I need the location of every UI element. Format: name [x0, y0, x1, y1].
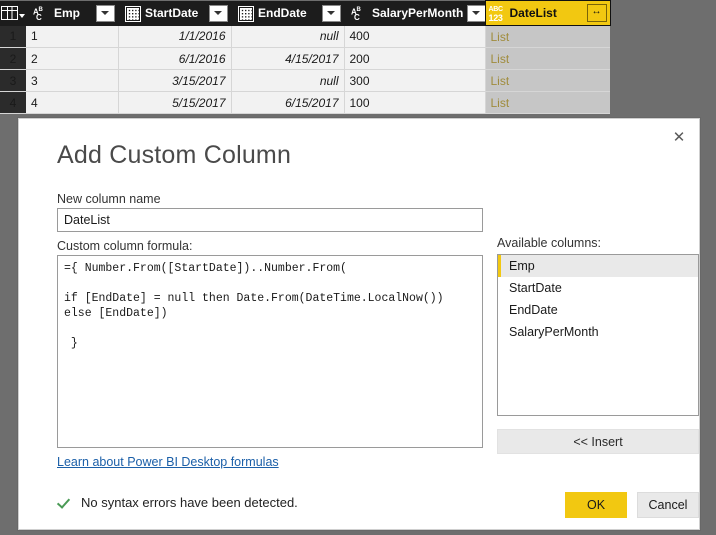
new-column-name-label: New column name: [57, 192, 161, 206]
available-column-item[interactable]: EndDate: [498, 299, 698, 321]
chevron-down-icon: [19, 13, 25, 18]
table-row: 4 4 5/15/2017 6/15/2017 100 List: [0, 91, 610, 114]
row-number: 3: [0, 69, 26, 92]
data-table: AB C Emp StartDate EndDate AB C SalaryPe…: [0, 0, 611, 114]
abc-text-icon: AB C: [351, 6, 361, 22]
column-header-label: Emp: [54, 6, 81, 20]
available-column-item[interactable]: StartDate: [498, 277, 698, 299]
list-value-link[interactable]: List: [491, 52, 510, 66]
available-columns-list[interactable]: Emp StartDate EndDate SalaryPerMonth: [497, 254, 699, 416]
syntax-status: No syntax errors have been detected.: [57, 495, 298, 510]
table-cell-enddate: null: [231, 25, 345, 48]
table-row: 1 1 1/1/2016 null 400 List: [0, 25, 610, 48]
table-cell-emp: 4: [26, 91, 119, 114]
check-icon: [57, 495, 72, 510]
column-header-startdate[interactable]: StartDate: [118, 0, 231, 26]
table-cell-enddate: 6/15/2017: [231, 91, 345, 114]
calendar-icon: [238, 6, 254, 22]
list-value-link[interactable]: List: [491, 74, 510, 88]
table-cell-startdate: 6/1/2016: [118, 47, 232, 70]
table-cell-emp: 2: [26, 47, 119, 70]
abc-text-icon: AB C: [33, 6, 43, 22]
table-cell-enddate: null: [231, 69, 345, 92]
insert-button[interactable]: << Insert: [497, 429, 699, 454]
table-cell-datelist[interactable]: List: [485, 25, 610, 48]
table-cell-datelist[interactable]: List: [485, 69, 610, 92]
column-filter-dropdown-salarypermonth[interactable]: [467, 4, 485, 22]
table-header-row: AB C Emp StartDate EndDate AB C SalaryPe…: [0, 0, 611, 26]
table-cell-salarypermonth: 100: [344, 91, 486, 114]
table-cell-salarypermonth: 400: [344, 25, 486, 48]
custom-column-formula-textarea[interactable]: [57, 255, 483, 448]
row-number: 1: [0, 25, 26, 48]
table-row: 2 2 6/1/2016 4/15/2017 200 List: [0, 47, 610, 70]
table-cell-emp: 1: [26, 25, 119, 48]
list-value-link[interactable]: List: [491, 30, 510, 44]
table-cell-startdate: 1/1/2016: [118, 25, 232, 48]
available-column-item[interactable]: Emp: [498, 255, 698, 277]
column-filter-dropdown-startdate[interactable]: [209, 4, 228, 22]
ok-button[interactable]: OK: [565, 492, 627, 518]
table-cell-salarypermonth: 300: [344, 69, 486, 92]
table-body: 1 1 1/1/2016 null 400 List 2 2 6/1/2016 4/15/2017…: [0, 25, 610, 114]
column-header-emp[interactable]: AB C Emp: [26, 0, 118, 26]
column-header-label: DateList: [509, 6, 557, 20]
list-value-link[interactable]: List: [491, 96, 510, 110]
abc-123-icon: ABC 123: [488, 5, 504, 23]
calendar-icon: [125, 6, 141, 22]
syntax-status-text: No syntax errors have been detected.: [81, 495, 298, 510]
column-filter-dropdown-enddate[interactable]: [322, 4, 341, 22]
column-header-enddate[interactable]: EndDate: [231, 0, 344, 26]
table-cell-emp: 3: [26, 69, 119, 92]
table-cell-salarypermonth: 200: [344, 47, 486, 70]
table-cell-startdate: 3/15/2017: [118, 69, 232, 92]
row-number: 4: [0, 91, 26, 114]
column-header-datelist[interactable]: ABC 123 DateList ↔: [484, 0, 611, 26]
column-header-label: SalaryPerMonth: [372, 6, 464, 20]
close-icon[interactable]: ✕: [665, 125, 693, 151]
custom-column-formula-label: Custom column formula:: [57, 239, 193, 253]
power-query-data-grid: AB C Emp StartDate EndDate AB C SalaryPe…: [0, 0, 716, 120]
cancel-button[interactable]: Cancel: [637, 492, 699, 518]
row-number: 2: [0, 47, 26, 70]
available-column-item[interactable]: SalaryPerMonth: [498, 321, 698, 343]
table-cell-startdate: 5/15/2017: [118, 91, 232, 114]
learn-formulas-link[interactable]: Learn about Power BI Desktop formulas: [57, 455, 279, 469]
table-cell-enddate: 4/15/2017: [231, 47, 345, 70]
table-cell-datelist[interactable]: List: [485, 91, 610, 114]
column-header-salarypermonth[interactable]: AB C SalaryPerMonth: [344, 0, 485, 26]
table-row: 3 3 3/15/2017 null 300 List: [0, 69, 610, 92]
add-custom-column-dialog: ✕ Add Custom Column New column name Cust…: [18, 118, 700, 530]
expand-columns-icon[interactable]: ↔: [586, 4, 607, 22]
select-all-corner-button[interactable]: [0, 0, 26, 26]
column-header-label: StartDate: [145, 6, 199, 20]
column-header-label: EndDate: [258, 6, 307, 20]
table-icon: [1, 6, 18, 20]
available-columns-label: Available columns:: [497, 236, 601, 250]
table-cell-datelist[interactable]: List: [485, 47, 610, 70]
dialog-title: Add Custom Column: [57, 141, 292, 169]
new-column-name-input[interactable]: [57, 208, 483, 232]
column-filter-dropdown-emp[interactable]: [96, 4, 115, 22]
